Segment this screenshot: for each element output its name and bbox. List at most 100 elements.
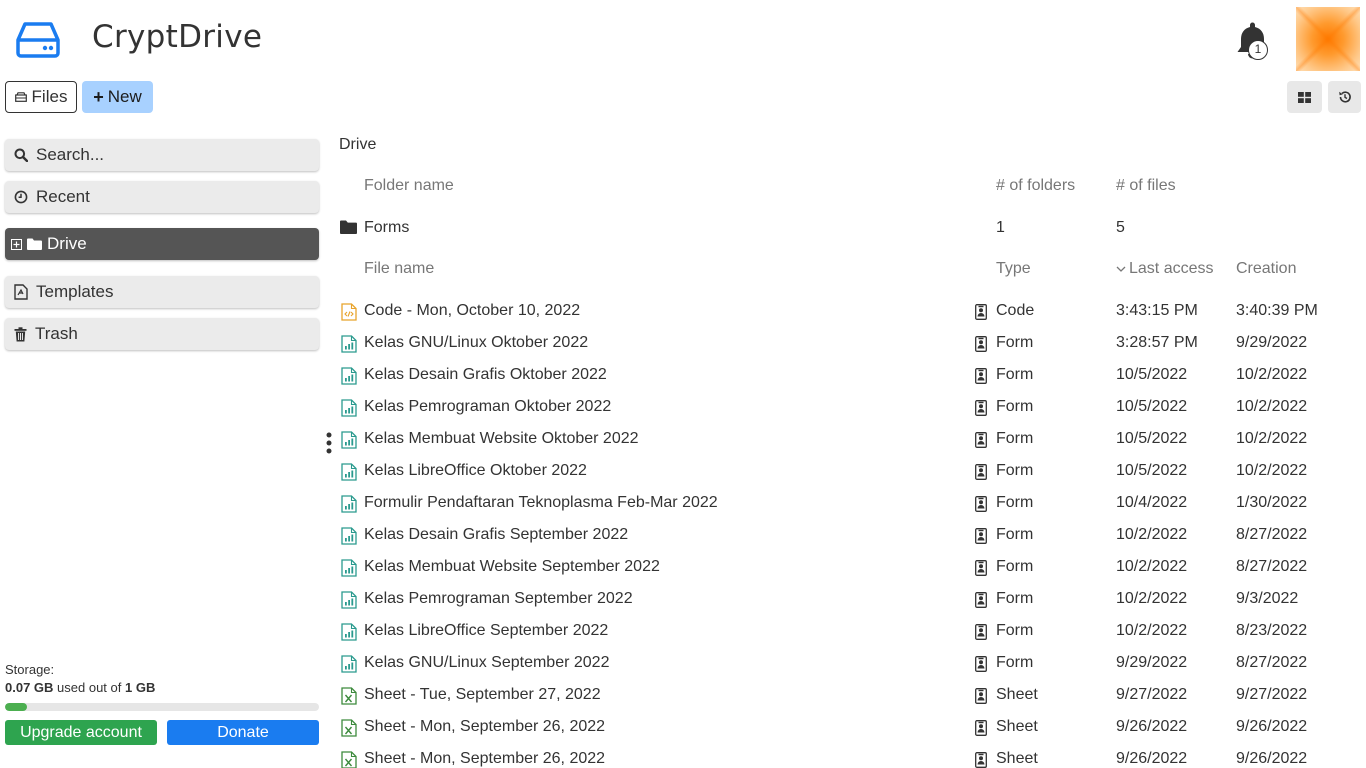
history-button[interactable] — [1328, 81, 1361, 113]
file-type: Form — [996, 462, 1034, 479]
file-last-access: 9/26/2022 — [1116, 718, 1188, 735]
form-file-icon — [341, 591, 357, 609]
file-type: Sheet — [996, 750, 1038, 767]
search-box[interactable]: Search... — [5, 139, 319, 171]
file-name: Kelas GNU/Linux Oktober 2022 — [364, 334, 589, 351]
breadcrumb[interactable]: Drive — [339, 136, 376, 154]
sheet-file-icon — [341, 687, 357, 705]
file-type: Form — [996, 558, 1034, 575]
file-last-access: 10/5/2022 — [1116, 366, 1188, 383]
file-type: Form — [996, 622, 1034, 639]
file-creation: 8/27/2022 — [1236, 654, 1308, 671]
form-file-icon — [341, 335, 357, 353]
file-last-access: 9/29/2022 — [1116, 654, 1188, 671]
owner-contact-icon — [975, 368, 987, 384]
file-creation: 9/26/2022 — [1236, 718, 1308, 735]
drive-small-icon — [14, 92, 27, 102]
file-last-access: 9/26/2022 — [1116, 750, 1188, 767]
file-name: Kelas Desain Grafis September 2022 — [364, 526, 629, 543]
file-creation: 10/2/2022 — [1236, 366, 1308, 383]
new-button[interactable]: + New — [82, 81, 153, 113]
grid-view-icon — [1298, 91, 1311, 103]
sheet-file-icon — [341, 751, 357, 768]
file-name: Sheet - Tue, September 27, 2022 — [364, 686, 601, 703]
file-creation: 9/27/2022 — [1236, 686, 1308, 703]
new-button-label: New — [107, 87, 142, 106]
plus-icon: + — [93, 86, 104, 107]
file-name: Kelas Pemrograman September 2022 — [364, 590, 633, 607]
file-creation: 9/3/2022 — [1236, 590, 1299, 607]
owner-contact-icon — [975, 496, 987, 512]
form-file-icon — [341, 367, 357, 385]
sheet-file-icon — [341, 719, 357, 737]
folder-count-header[interactable]: # of folders — [996, 177, 1075, 195]
owner-contact-icon — [975, 560, 987, 576]
sidebar-item-recent[interactable]: Recent — [5, 181, 319, 213]
folder-icon — [340, 220, 357, 234]
file-type: Form — [996, 430, 1034, 447]
file-creation: 9/29/2022 — [1236, 334, 1308, 351]
top-bar: CryptDrive 1 — [0, 0, 1366, 80]
upgrade-account-button[interactable]: Upgrade account — [5, 720, 157, 745]
expand-icon[interactable] — [11, 238, 22, 250]
storage-used-connector: used out of — [57, 680, 122, 695]
owner-contact-icon — [975, 592, 987, 608]
owner-contact-icon — [975, 752, 987, 768]
form-file-icon — [341, 463, 357, 481]
files-button-label: Files — [31, 87, 68, 106]
clock-icon — [14, 190, 28, 204]
files-button[interactable]: Files — [5, 81, 77, 113]
form-file-icon — [341, 527, 357, 545]
form-file-icon — [341, 399, 357, 417]
owner-contact-icon — [975, 656, 987, 672]
file-creation: 1/30/2022 — [1236, 494, 1308, 511]
creation-header[interactable]: Creation — [1236, 260, 1296, 278]
file-name: Kelas Membuat Website September 2022 — [364, 558, 660, 575]
file-name-header[interactable]: File name — [364, 260, 434, 278]
sidebar-item-trash[interactable]: Trash — [5, 318, 319, 350]
user-avatar[interactable] — [1296, 7, 1360, 71]
file-count-header[interactable]: # of files — [1116, 177, 1176, 195]
folder-icon — [27, 238, 42, 250]
search-placeholder: Search... — [36, 145, 105, 164]
sidebar-item-label: Drive — [47, 234, 87, 253]
file-last-access: 10/4/2022 — [1116, 494, 1188, 511]
history-icon — [1338, 91, 1351, 103]
file-name: Kelas GNU/Linux September 2022 — [364, 654, 610, 671]
form-file-icon — [341, 495, 357, 513]
sort-descending-icon[interactable] — [1116, 265, 1126, 273]
last-access-header[interactable]: Last access — [1129, 260, 1213, 278]
owner-contact-icon — [975, 720, 987, 736]
file-creation: 8/27/2022 — [1236, 558, 1308, 575]
storage-usage-text: 0.07 GB used out of 1 GB — [5, 680, 155, 695]
folder-file-count: 5 — [1116, 219, 1125, 236]
grid-view-button[interactable] — [1287, 81, 1322, 113]
folder-name: Forms — [364, 219, 410, 236]
file-last-access: 10/5/2022 — [1116, 398, 1188, 415]
sidebar-item-drive[interactable]: Drive — [5, 228, 319, 260]
donate-button[interactable]: Donate — [167, 720, 319, 745]
type-header[interactable]: Type — [996, 260, 1031, 278]
file-name: Sheet - Mon, September 26, 2022 — [364, 718, 606, 735]
form-file-icon — [341, 431, 357, 449]
notification-count-badge: 1 — [1248, 40, 1268, 60]
form-file-icon — [341, 655, 357, 673]
drag-handle-icon[interactable] — [326, 432, 332, 454]
owner-contact-icon — [975, 336, 987, 352]
file-creation: 8/27/2022 — [1236, 526, 1308, 543]
code-file-icon — [341, 303, 357, 321]
sidebar-item-templates[interactable]: Templates — [5, 276, 319, 308]
owner-contact-icon — [975, 400, 987, 416]
owner-contact-icon — [975, 304, 987, 320]
file-name: Kelas LibreOffice Oktober 2022 — [364, 462, 587, 479]
file-type: Form — [996, 526, 1034, 543]
file-last-access: 10/5/2022 — [1116, 430, 1188, 447]
file-creation: 10/2/2022 — [1236, 462, 1308, 479]
drive-logo-icon[interactable] — [16, 20, 60, 58]
file-name: Kelas LibreOffice September 2022 — [364, 622, 609, 639]
folder-name-header[interactable]: Folder name — [364, 177, 454, 195]
file-creation: 10/2/2022 — [1236, 430, 1308, 447]
file-type: Form — [996, 654, 1034, 671]
file-type: Form — [996, 590, 1034, 607]
template-icon — [14, 284, 28, 300]
